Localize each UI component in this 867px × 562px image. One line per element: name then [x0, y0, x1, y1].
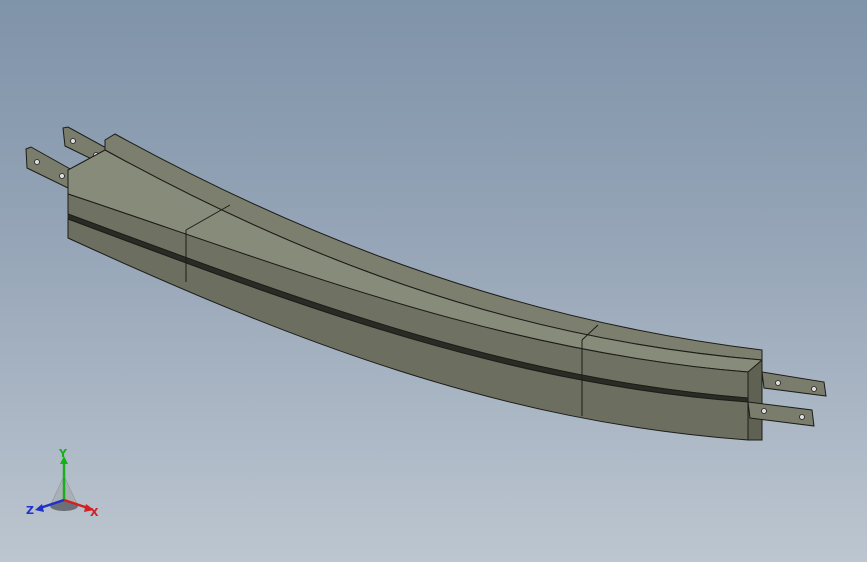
right-end-cap[interactable]	[747, 358, 763, 441]
x-axis-label: X	[90, 506, 99, 519]
bracket-hole	[70, 138, 76, 144]
bracket-hole	[799, 414, 805, 420]
right-bracket-upper[interactable]	[761, 371, 827, 397]
graphics-viewport[interactable]: Y X Z	[0, 0, 867, 562]
z-axis-arrow	[35, 504, 44, 512]
left-bracket-front[interactable]	[25, 146, 73, 191]
bracket-hole	[775, 380, 781, 386]
z-axis-label: Z	[26, 504, 34, 517]
y-axis-label: Y	[58, 448, 68, 460]
bracket-hole	[811, 386, 817, 392]
bracket-hole	[761, 408, 767, 414]
curved-rail-model[interactable]	[0, 0, 867, 562]
bracket-hole	[34, 159, 40, 165]
bracket-hole	[59, 173, 65, 179]
reference-triad: Y X Z	[26, 448, 99, 519]
